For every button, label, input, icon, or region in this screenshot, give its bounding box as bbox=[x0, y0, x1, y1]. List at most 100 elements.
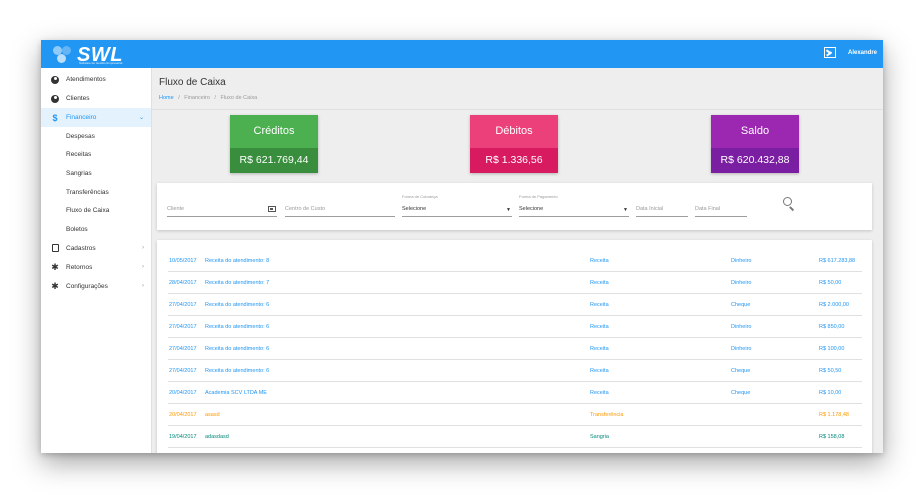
chevron-down-icon: ⌄ bbox=[138, 115, 144, 121]
transaction-date: 10/05/2017 bbox=[169, 258, 197, 264]
cashflow-table: 10/05/2017 Receita do atendimento: 8 Recei… bbox=[157, 240, 872, 453]
sidebar-item-label: Cadastros bbox=[66, 244, 96, 252]
sidebar-item-label: Retornos bbox=[66, 263, 93, 271]
search-icon[interactable] bbox=[783, 197, 797, 211]
logo[interactable]: SWL Software de Gestão Empresarial bbox=[53, 44, 123, 66]
balance-card: Saldo R$ 620.432,88 bbox=[711, 115, 799, 173]
table-row[interactable]: 27/04/2017 Receita do atendimento: 6 Recei… bbox=[168, 294, 862, 316]
transaction-date: 28/04/2017 bbox=[169, 280, 197, 286]
cliente-field[interactable]: Cliente bbox=[167, 203, 277, 217]
app-window: SWL Software de Gestão Empresarial Alexa… bbox=[41, 40, 883, 453]
debits-title: Débitos bbox=[470, 115, 558, 148]
table-row[interactable]: 27/04/2017 Receita do atendimento: 6 Recei… bbox=[168, 360, 862, 382]
transaction-description: adasdasd bbox=[205, 434, 229, 440]
table-row[interactable]: 19/04/2017 adasdasd Sangria R$ 158,08 bbox=[168, 426, 862, 448]
user-area: Alexandre bbox=[823, 47, 877, 58]
transaction-description: Academia SCV LTDA ME bbox=[205, 390, 267, 396]
table-row[interactable]: 20/04/2017 asasd Transferência R$ 1.178,48 bbox=[168, 404, 862, 426]
transaction-method: Dinheiro bbox=[731, 346, 752, 352]
credits-title: Créditos bbox=[230, 115, 318, 148]
transaction-date: 19/04/2017 bbox=[169, 434, 197, 440]
user-name[interactable]: Alexandre bbox=[848, 50, 877, 56]
transaction-method: Dinheiro bbox=[731, 258, 752, 264]
sidebar-item-label: Clientes bbox=[66, 95, 90, 102]
transaction-method: Cheque bbox=[731, 368, 751, 374]
transaction-method: Cheque bbox=[731, 302, 751, 308]
sidebar-item-cadastros[interactable]: Cadastros › bbox=[41, 239, 151, 258]
transaction-date: 27/04/2017 bbox=[169, 346, 197, 352]
breadcrumb-separator: / bbox=[214, 95, 217, 101]
sidebar-item-retornos[interactable]: ✱ Retornos › bbox=[41, 258, 151, 277]
data-inicial-field[interactable]: Data Inicial bbox=[636, 203, 688, 217]
forma-cobranca-select[interactable]: Forma de Cobrança Selecione ▼ bbox=[402, 194, 512, 217]
table-row[interactable]: 27/04/2017 Receita do atendimento: 6 Recei… bbox=[168, 338, 862, 360]
id-card-icon[interactable] bbox=[268, 206, 276, 212]
transaction-method: Cheque bbox=[731, 390, 751, 396]
transaction-amount: R$ 2.000,00 bbox=[819, 302, 849, 308]
transaction-description: Receita do atendimento: 6 bbox=[205, 368, 270, 374]
dropdown-arrow-icon: ▼ bbox=[506, 207, 511, 213]
transaction-date: 20/04/2017 bbox=[169, 390, 197, 396]
page-header bbox=[152, 68, 883, 110]
sidebar-item-label: Configurações bbox=[66, 282, 108, 290]
sidebar-subitem-boletos[interactable]: Boletos bbox=[41, 220, 151, 239]
credits-value: R$ 621.769,44 bbox=[230, 148, 318, 173]
breadcrumb-section[interactable]: Financeiro bbox=[184, 95, 210, 101]
transaction-description: Receita do atendimento: 6 bbox=[205, 324, 270, 330]
dollar-icon: $ bbox=[52, 112, 58, 123]
transaction-method: Dinheiro bbox=[731, 324, 752, 330]
clipboard-icon bbox=[51, 244, 59, 253]
sidebar-subitem-label: Transferências bbox=[66, 188, 109, 196]
sidebar-subitem-transferencias[interactable]: Transferências bbox=[41, 183, 151, 202]
centro-custo-field[interactable]: Centro de Custo bbox=[285, 203, 395, 217]
transaction-description: Receita do atendimento: 6 bbox=[205, 346, 270, 352]
transaction-date: 27/04/2017 bbox=[169, 368, 197, 374]
chevron-right-icon: › bbox=[142, 244, 144, 251]
data-final-field[interactable]: Data Final bbox=[695, 203, 747, 217]
transaction-amount: R$ 50,00 bbox=[819, 280, 842, 286]
sidebar-subitem-label: Despesas bbox=[66, 132, 95, 140]
transaction-type: Receita bbox=[590, 302, 609, 308]
transaction-type: Receita bbox=[590, 346, 609, 352]
forma-pagamento-value: Selecione bbox=[519, 206, 544, 212]
sidebar-item-label: Atendimentos bbox=[66, 76, 106, 83]
data-final-placeholder: Data Final bbox=[695, 206, 721, 212]
centro-custo-placeholder: Centro de Custo bbox=[285, 206, 326, 212]
sidebar-subitem-despesas[interactable]: Despesas bbox=[41, 127, 151, 146]
transaction-description: Receita do atendimento: 8 bbox=[205, 258, 270, 264]
balance-value: R$ 620.432,88 bbox=[711, 148, 799, 173]
table-row[interactable]: 28/04/2017 Receita do atendimento: 7 Recei… bbox=[168, 272, 862, 294]
breadcrumb: Home / Financeiro / Fluxo de Caixa bbox=[159, 95, 257, 101]
forma-pagamento-label: Forma de Pagamento bbox=[519, 194, 558, 199]
sidebar-item-financeiro[interactable]: $ Financeiro ⌄ bbox=[41, 108, 151, 127]
table-row[interactable]: 20/04/2017 Academia SCV LTDA ME Receita Che… bbox=[168, 382, 862, 404]
table-row[interactable]: 27/04/2017 Receita do atendimento: 6 Recei… bbox=[168, 316, 862, 338]
sidebar-subitem-label: Sangrias bbox=[66, 169, 92, 177]
transaction-type: Receita bbox=[590, 368, 609, 374]
transaction-description: asasd bbox=[205, 412, 220, 418]
transaction-amount: R$ 850,00 bbox=[819, 324, 845, 330]
gear-icon: ✱ bbox=[51, 262, 59, 273]
sidebar-item-clientes[interactable]: Clientes bbox=[41, 89, 151, 108]
table-row[interactable]: 10/05/2017 Receita do atendimento: 8 Recei… bbox=[168, 250, 862, 272]
transaction-description: Receita do atendimento: 7 bbox=[205, 280, 270, 286]
transaction-description: Receita do atendimento: 6 bbox=[205, 302, 270, 308]
transaction-amount: R$ 50,50 bbox=[819, 368, 842, 374]
sidebar-subitem-fluxo-de-caixa[interactable]: Fluxo de Caixa bbox=[41, 201, 151, 220]
forma-pagamento-select[interactable]: Forma de Pagamento Selecione ▼ bbox=[519, 194, 629, 217]
sidebar-item-atendimentos[interactable]: Atendimentos bbox=[41, 70, 151, 89]
transaction-amount: R$ 158,08 bbox=[819, 434, 845, 440]
chevron-right-icon: › bbox=[142, 282, 144, 289]
transaction-type: Transferência bbox=[590, 412, 624, 418]
breadcrumb-home[interactable]: Home bbox=[159, 95, 174, 101]
sidebar-subitem-receitas[interactable]: Receitas bbox=[41, 146, 151, 165]
transaction-amount: R$ 100,00 bbox=[819, 346, 845, 352]
sidebar-subitem-sangrias[interactable]: Sangrias bbox=[41, 164, 151, 183]
breadcrumb-separator: / bbox=[178, 95, 180, 101]
data-inicial-placeholder: Data Inicial bbox=[636, 206, 664, 212]
sidebar-item-configuracoes[interactable]: ✱ Configurações › bbox=[41, 277, 151, 296]
sidebar-subitem-label: Boletos bbox=[66, 225, 88, 233]
breadcrumb-current: Fluxo de Caixa bbox=[220, 95, 258, 101]
logout-icon[interactable] bbox=[823, 47, 836, 58]
dropdown-arrow-icon: ▼ bbox=[623, 207, 628, 213]
